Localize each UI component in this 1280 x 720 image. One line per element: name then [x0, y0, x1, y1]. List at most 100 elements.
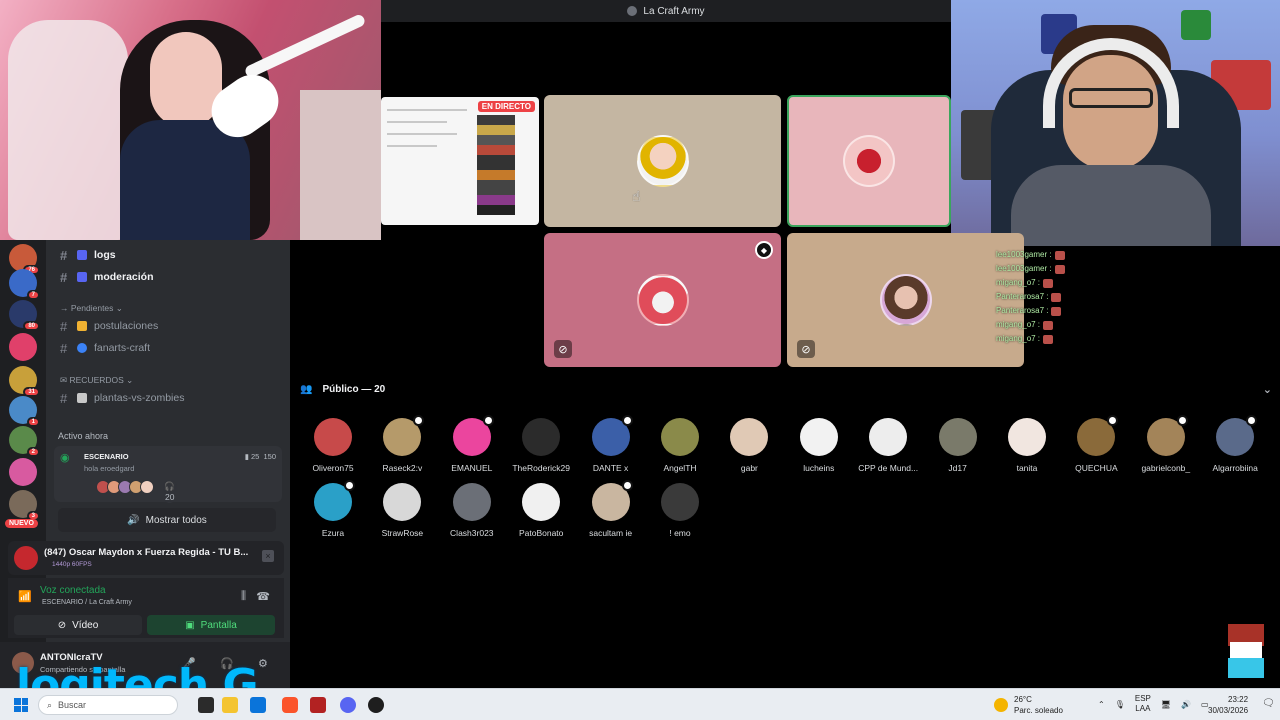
- audience-member-name: ! emo: [669, 528, 691, 538]
- weather-widget[interactable]: 26°C Parc. soleado: [994, 694, 1063, 716]
- server-icon[interactable]: 76: [9, 244, 40, 275]
- participant-tile-speaking[interactable]: [787, 95, 951, 227]
- discord-icon[interactable]: [340, 697, 356, 713]
- file-explorer-icon[interactable]: [222, 697, 238, 713]
- audience-member[interactable]: sacultam ie: [578, 480, 644, 538]
- participant-tile[interactable]: ⊘ ◆: [544, 233, 781, 367]
- server-icon[interactable]: [9, 458, 37, 486]
- network-icon[interactable]: 🖥: [1161, 700, 1171, 709]
- now-playing-bar[interactable]: (847) Oscar Maydon x Fuerza Regida - TU …: [8, 541, 284, 575]
- audience-member-name: lucheins: [803, 463, 835, 473]
- audience-member[interactable]: StrawRose: [369, 483, 435, 538]
- video-button[interactable]: ⊘ Vídeo: [14, 615, 142, 635]
- brave-browser-icon[interactable]: [282, 697, 298, 713]
- audience-member[interactable]: TheRoderick29: [508, 418, 574, 473]
- audience-member-name: AngelTH: [663, 463, 697, 473]
- server-icon[interactable]: 80: [9, 300, 40, 331]
- audience-member[interactable]: QUECHUA: [1063, 415, 1129, 473]
- avatar: [452, 483, 491, 521]
- audience-member[interactable]: Raseck2:v: [369, 415, 435, 473]
- audience-member[interactable]: Oliveron75: [300, 418, 366, 473]
- volume-icon[interactable]: 🔊: [1181, 700, 1191, 709]
- language-indicator[interactable]: ESP LAA: [1135, 694, 1151, 714]
- audience-header[interactable]: 👥 Público — 20 ⌄: [300, 380, 1272, 398]
- microphone-icon[interactable]: 🎙: [1115, 700, 1125, 709]
- moderator-badge-icon: [482, 415, 494, 426]
- channel-postulaciones[interactable]: # postulaciones: [60, 317, 158, 335]
- channel-logs[interactable]: # logs: [60, 246, 116, 264]
- audience-member[interactable]: tanita: [994, 418, 1060, 473]
- server-icon: [627, 6, 638, 16]
- server-icon[interactable]: 31: [9, 366, 40, 397]
- audience-member[interactable]: CPP de Mund...: [855, 418, 921, 473]
- audience-member[interactable]: Ezura: [300, 480, 366, 538]
- gear-icon[interactable]: ⚙: [258, 657, 268, 670]
- clock[interactable]: 23:22 30/03/2026: [1208, 694, 1248, 716]
- audience-member[interactable]: lucheins: [786, 418, 852, 473]
- disconnect-icon[interactable]: ☎: [256, 590, 270, 603]
- server-icon[interactable]: 7: [9, 269, 40, 300]
- app-icon[interactable]: [310, 697, 326, 713]
- chevron-down-icon[interactable]: ⌄: [1263, 383, 1272, 396]
- taskbar: ⌕ Buscar 26°C Parc. soleado ⌃ 🎙 ESP LAA …: [0, 688, 1280, 720]
- obs-icon[interactable]: [368, 697, 384, 713]
- windows-start-icon[interactable]: [14, 698, 28, 712]
- server-icon[interactable]: 3: [9, 490, 40, 521]
- audience-member[interactable]: PatoBonato: [508, 483, 574, 538]
- category-recuerdos[interactable]: ✉ RECUERDOS ⌄: [60, 375, 133, 386]
- channel-moderacion[interactable]: # moderación: [60, 268, 154, 286]
- noise-suppression-icon[interactable]: ⫼: [241, 590, 246, 603]
- store-icon[interactable]: [250, 697, 266, 713]
- chat-line: lee1003gamer :: [996, 262, 1116, 276]
- unread-count-badge: 7: [26, 290, 40, 300]
- audience-member[interactable]: DANTE x: [578, 415, 644, 473]
- audience-member[interactable]: Algarrobiina: [1202, 415, 1268, 473]
- sun-icon: [994, 698, 1008, 712]
- audience-member[interactable]: EMANUEL: [439, 415, 505, 473]
- audience-member-name: Raseck2:v: [382, 463, 423, 473]
- muted-icon: ⊘: [554, 340, 572, 358]
- call-title-bar: La Craft Army: [381, 0, 951, 22]
- date: 30/03/2026: [1208, 706, 1249, 715]
- avatar: [1216, 415, 1258, 456]
- people-icon: 👥: [300, 383, 313, 395]
- server-icon[interactable]: 1: [9, 396, 40, 427]
- participant-tile[interactable]: ⊘: [787, 233, 1024, 367]
- notification-icon[interactable]: 🗨: [1262, 698, 1275, 709]
- channel-plantas-vs-zombies[interactable]: # plantas-vs-zombies: [60, 389, 184, 407]
- screen-share-icon: ▣: [185, 619, 195, 631]
- voice-location: ESCENARIO / La Craft Army: [42, 599, 132, 606]
- server-icon[interactable]: 2: [9, 426, 40, 457]
- screen-share-tile[interactable]: EN DIRECTO: [381, 97, 539, 225]
- server-icon[interactable]: [9, 333, 37, 361]
- audience-member[interactable]: Clash3r023: [439, 483, 505, 538]
- hash-icon: #: [60, 318, 68, 334]
- thumbs-up-icon: [77, 250, 87, 260]
- audience-member[interactable]: gabrielconb_: [1133, 415, 1199, 473]
- audience-member[interactable]: Jd17: [925, 418, 991, 473]
- avatar: [522, 418, 561, 456]
- show-all-button[interactable]: 🔊 Mostrar todos: [58, 508, 276, 532]
- speaker-icon: 🔊: [127, 514, 140, 526]
- stop-stream-icon[interactable]: ×: [262, 550, 274, 562]
- channel-fanarts-craft[interactable]: # fanarts-craft: [60, 339, 150, 357]
- audience-member[interactable]: ! emo: [647, 483, 713, 538]
- new-badge: NUEVO: [5, 519, 38, 528]
- audience-member-name: DANTE x: [592, 463, 629, 473]
- audience-member[interactable]: AngelTH: [647, 418, 713, 473]
- chevron-up-icon[interactable]: ⌃: [1098, 700, 1105, 709]
- participant-tile[interactable]: [544, 95, 781, 227]
- taskbar-search[interactable]: ⌕ Buscar: [38, 695, 178, 715]
- stage-activity-card[interactable]: ◉ ESCENARIO hola eroedgard ▮ 25 150 🎧 20: [54, 446, 282, 503]
- screen-share-button[interactable]: ▣ Pantalla: [147, 615, 275, 635]
- thumbs-up-icon: [77, 272, 87, 282]
- moderator-badge-icon: [413, 415, 425, 426]
- avatar: [661, 483, 699, 521]
- audience-member-name: Jd17: [948, 463, 967, 473]
- audience-member-name: PatoBonato: [518, 528, 564, 538]
- webcam-right: [951, 0, 1280, 246]
- moderator-badge-icon: [621, 480, 633, 491]
- category-pendientes[interactable]: → Pendientes ⌄: [60, 303, 123, 314]
- task-view-icon[interactable]: [198, 697, 214, 713]
- audience-member[interactable]: gabr: [716, 418, 782, 473]
